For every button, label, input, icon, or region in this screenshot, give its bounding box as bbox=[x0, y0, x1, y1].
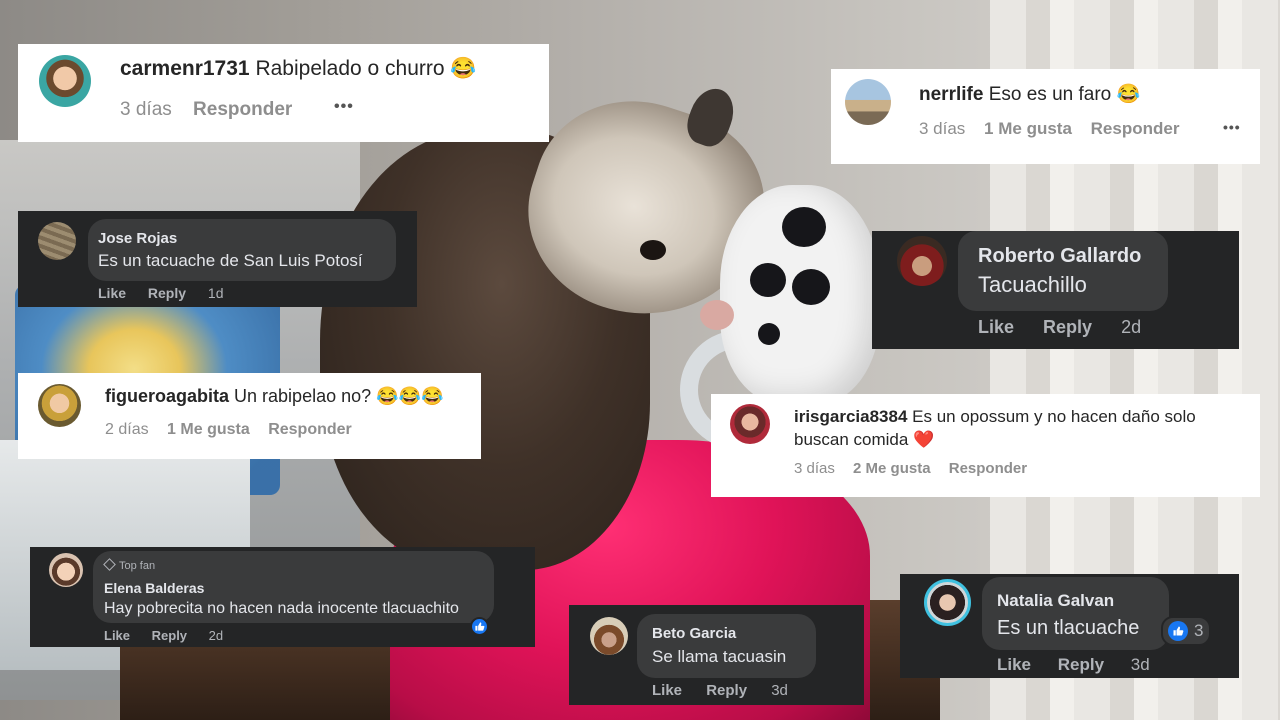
comment-card-roberto-gallardo: Roberto Gallardo Tacuachillo Like Reply … bbox=[872, 231, 1239, 349]
comment-card-natalia-galvan: Natalia Galvan Es un tlacuache 3 Like Re… bbox=[900, 574, 1239, 678]
like-thumb-icon bbox=[1168, 621, 1188, 641]
reply-button[interactable]: Responder bbox=[949, 460, 1027, 477]
avatar[interactable] bbox=[924, 579, 971, 626]
comment-bubble: Top fan Elena Balderas Hay pobrecita no … bbox=[93, 551, 494, 623]
comment-time: 1d bbox=[207, 285, 224, 301]
avatar[interactable] bbox=[39, 55, 91, 107]
comment-username[interactable]: nerrlife bbox=[919, 84, 983, 105]
comment-card-carmenr1731: carmenr1731 Rabipelado o churro 😂 3 días… bbox=[18, 44, 549, 142]
comment-time: 3d bbox=[1130, 655, 1150, 674]
commenter-name[interactable]: Roberto Gallardo bbox=[978, 245, 1141, 268]
comment-bubble: Jose Rojas Es un tacuache de San Luis Po… bbox=[88, 219, 396, 281]
comment-bubble: Roberto Gallardo Tacuachillo bbox=[958, 231, 1168, 311]
avatar[interactable] bbox=[590, 617, 628, 655]
comment-time: 3 días bbox=[120, 99, 172, 120]
commenter-name[interactable]: Jose Rojas bbox=[98, 230, 177, 247]
avatar[interactable] bbox=[49, 553, 83, 587]
comment-card-figueroagabita: figueroagabita Un rabipelao no? 😂😂😂 2 dí… bbox=[18, 373, 481, 459]
reply-button[interactable]: Responder bbox=[268, 421, 352, 439]
comment-card-nerrlife: nerrlife Eso es un faro 😂 3 días 1 Me gu… bbox=[831, 69, 1260, 164]
comment-text: Un rabipelao no? bbox=[234, 386, 372, 406]
comment-card-irisgarcia8384: irisgarcia8384 Es un opossum y no hacen … bbox=[711, 394, 1260, 497]
reaction-badge[interactable]: 3 bbox=[1161, 616, 1211, 646]
top-fan-badge: Top fan bbox=[103, 558, 155, 572]
like-button[interactable]: Like bbox=[98, 285, 126, 301]
comment-text: Eso es un faro bbox=[988, 84, 1112, 105]
avatar[interactable] bbox=[845, 79, 891, 125]
emoji: 😂😂😂 bbox=[376, 386, 444, 406]
emoji: 😂 bbox=[450, 57, 477, 80]
comment-text: Es un opossum y no hacen daño solo bbox=[912, 407, 1196, 426]
likes-count[interactable]: 1 Me gusta bbox=[984, 119, 1072, 139]
avatar[interactable] bbox=[38, 384, 81, 427]
like-button[interactable]: Like bbox=[104, 628, 130, 643]
like-button[interactable]: Like bbox=[652, 682, 682, 699]
comment-card-jose-rojas: Jose Rojas Es un tacuache de San Luis Po… bbox=[18, 211, 417, 307]
comment-time: 2d bbox=[1121, 317, 1142, 337]
comment-username[interactable]: figueroagabita bbox=[105, 386, 229, 406]
like-button[interactable]: Like bbox=[997, 655, 1031, 675]
more-dots-icon[interactable]: ••• bbox=[334, 98, 354, 116]
more-dots-icon[interactable]: ••• bbox=[1223, 119, 1241, 135]
comment-text-cont: buscan comida bbox=[794, 430, 909, 449]
comment-bubble: Natalia Galvan Es un tlacuache bbox=[982, 577, 1169, 650]
comment-time: 2d bbox=[208, 628, 224, 643]
comment-text: Es un tacuache de San Luis Potosí bbox=[98, 251, 363, 270]
avatar[interactable] bbox=[897, 236, 947, 286]
comment-text: Rabipelado o churro bbox=[255, 57, 445, 80]
avatar[interactable] bbox=[730, 404, 770, 444]
reply-button[interactable]: Reply bbox=[1058, 655, 1104, 675]
top-fan-diamond-icon bbox=[103, 558, 116, 571]
like-thumb-icon bbox=[470, 617, 489, 636]
comment-time: 2 días bbox=[105, 421, 149, 438]
comment-time: 3d bbox=[771, 682, 788, 699]
comment-bubble: Beto Garcia Se llama tacuasin bbox=[637, 614, 816, 678]
reply-button[interactable]: Responder bbox=[193, 99, 292, 121]
comment-time: 3 días bbox=[794, 460, 835, 477]
comment-text: Es un tlacuache bbox=[997, 617, 1140, 639]
comment-username[interactable]: irisgarcia8384 bbox=[794, 407, 907, 426]
heart-emoji: ❤️ bbox=[913, 430, 935, 449]
reaction-count: 3 bbox=[1194, 621, 1204, 640]
reply-button[interactable]: Responder bbox=[1091, 119, 1180, 139]
emoji: 😂 bbox=[1116, 84, 1141, 105]
commenter-name[interactable]: Elena Balderas bbox=[104, 580, 204, 596]
reply-button[interactable]: Reply bbox=[1043, 317, 1092, 338]
likes-count[interactable]: 2 Me gusta bbox=[853, 460, 931, 477]
like-button[interactable]: Like bbox=[978, 317, 1014, 338]
commenter-name[interactable]: Natalia Galvan bbox=[997, 591, 1114, 611]
comment-username[interactable]: carmenr1731 bbox=[120, 57, 250, 80]
reply-button[interactable]: Reply bbox=[706, 682, 747, 699]
reply-button[interactable]: Reply bbox=[148, 285, 186, 301]
comment-text: Se llama tacuasin bbox=[652, 647, 787, 666]
commenter-name[interactable]: Beto Garcia bbox=[652, 625, 736, 642]
comment-card-elena-balderas: Top fan Elena Balderas Hay pobrecita no … bbox=[30, 547, 535, 647]
reply-button[interactable]: Reply bbox=[152, 628, 187, 643]
comment-text: Tacuachillo bbox=[978, 272, 1087, 297]
likes-count[interactable]: 1 Me gusta bbox=[167, 421, 250, 439]
comment-text: Hay pobrecita no hacen nada inocente tla… bbox=[104, 600, 459, 617]
comment-card-beto-garcia: Beto Garcia Se llama tacuasin Like Reply… bbox=[569, 605, 864, 705]
comment-time: 3 días bbox=[919, 119, 966, 138]
avatar[interactable] bbox=[38, 222, 76, 260]
